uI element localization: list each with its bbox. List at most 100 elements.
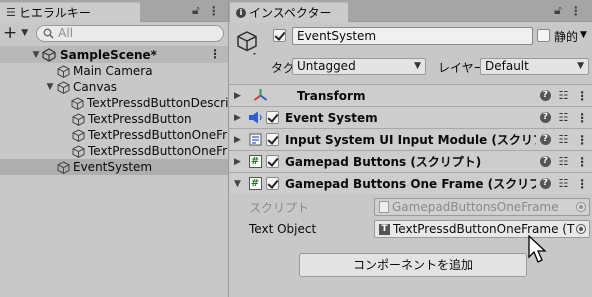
component-enabled-checkbox[interactable] (266, 177, 279, 190)
chevron-down-icon: ▼ (414, 61, 421, 71)
script-label: スクリプト (249, 200, 310, 215)
lock-icon[interactable]: 🔓︎ (554, 3, 562, 18)
kebab-menu-icon[interactable]: ⋮ (576, 177, 588, 191)
scene-menu-icon[interactable]: ⋮ (209, 46, 221, 62)
static-dropdown-icon[interactable]: ▼ (580, 30, 587, 40)
lock-icon[interactable]: 🔓︎ (192, 3, 200, 18)
tree-item-label: Main Camera (73, 64, 153, 78)
hierarchy-search-input[interactable]: All (36, 24, 225, 42)
component-gamepad-buttons-one-frame[interactable]: ▼ # Gamepad Buttons One Frame (スクリプト ? ☷… (229, 172, 592, 194)
tag-dropdown[interactable]: Untagged ▼ (292, 58, 426, 75)
mouse-cursor-icon (528, 235, 547, 263)
gameobject-cube-icon[interactable] (236, 30, 260, 56)
expand-arrow-icon[interactable]: ▶ (234, 113, 247, 123)
component-tools: ? ☷ ⋮ (536, 151, 592, 172)
search-placeholder: All (58, 26, 74, 40)
component-name: Gamepad Buttons One Frame (スクリプト (285, 177, 554, 191)
component-enabled-checkbox[interactable] (266, 155, 279, 168)
layer-dropdown[interactable]: Default ▼ (480, 58, 589, 75)
input-module-icon (247, 132, 263, 148)
gameobject-header: EventSystem 静的 ▼ タグ Untagged ▼ レイヤー Defa… (229, 22, 592, 84)
help-icon[interactable]: ? (539, 178, 551, 189)
expand-arrow-icon[interactable]: ▼ (30, 47, 42, 63)
list-icon: ☰ (6, 5, 16, 19)
presets-icon[interactable]: ☷ (559, 111, 569, 124)
gameobject-cube-icon (56, 64, 70, 78)
tree-item-label: TextPressdButton (88, 112, 192, 126)
tree-item-label: Canvas (73, 80, 118, 94)
gameobject-cube-icon (56, 80, 70, 94)
presets-icon[interactable]: ☷ (559, 155, 569, 168)
scene-row[interactable]: ▼ SampleScene* ⋮ (0, 46, 228, 63)
hierarchy-tab-bar: ☰ ヒエラルキー 🔓︎ ⋮ (0, 0, 228, 22)
add-component-button[interactable]: コンポーネントを追加 (299, 253, 527, 277)
tree-item-label: TextPressdButtonOneFr (88, 128, 228, 142)
presets-icon[interactable]: ☷ (559, 177, 569, 190)
component-transform[interactable]: ▶ Transform ? ☷ ⋮ (229, 84, 592, 106)
inspector-tab-bar: i インスペクター 🔓︎ ⋮ (229, 0, 592, 22)
help-icon[interactable]: ? (539, 156, 551, 167)
scene-name: SampleScene* (60, 47, 157, 62)
hierarchy-tab[interactable]: ☰ ヒエラルキー (0, 2, 140, 22)
unity-scene-icon (42, 47, 56, 62)
presets-icon[interactable]: ☷ (559, 133, 569, 146)
component-event-system[interactable]: ▶ Event System ? ☷ ⋮ (229, 106, 592, 128)
tree-item-event-system[interactable]: EventSystem (0, 159, 228, 175)
kebab-menu-icon[interactable]: ⋮ (570, 4, 582, 18)
active-checkbox[interactable] (273, 29, 286, 42)
expand-arrow-icon[interactable]: ▼ (44, 79, 56, 95)
component-enabled-checkbox[interactable] (266, 111, 279, 124)
component-enabled-checkbox[interactable] (266, 133, 279, 146)
tree-item-label: TextPressdButtonOneFr (88, 144, 228, 158)
transform-icon (252, 88, 268, 104)
text-component-icon: T (379, 223, 390, 235)
expand-arrow-icon[interactable]: ▶ (234, 91, 247, 101)
static-label: 静的 (554, 30, 579, 44)
expand-arrow-icon[interactable]: ▶ (234, 135, 247, 145)
tree-item-canvas[interactable]: ▼ Canvas (0, 79, 228, 95)
tree-item-main-camera[interactable]: Main Camera (0, 63, 228, 79)
layer-value: Default (485, 59, 529, 73)
expand-arrow-icon[interactable]: ▶ (234, 157, 247, 167)
tree-item-text-oneframe-1[interactable]: TextPressdButtonOneFr (0, 127, 228, 143)
info-icon: i (236, 7, 246, 18)
inspector-tab-title: インスペクター (249, 5, 332, 20)
static-checkbox[interactable] (537, 29, 550, 42)
component-input-module[interactable]: ▶ Input System UI Input Module (スクリプ ? ☷… (229, 128, 592, 150)
component-gamepad-buttons[interactable]: ▶ # Gamepad Buttons (スクリプト) ? ☷ ⋮ (229, 150, 592, 172)
component-tools: ? ☷ ⋮ (536, 173, 592, 194)
presets-icon[interactable]: ☷ (559, 89, 569, 102)
help-icon[interactable]: ? (539, 90, 551, 101)
gameobject-cube-icon (71, 144, 85, 158)
component-name: Event System (285, 110, 378, 125)
create-plus-icon[interactable]: + (3, 25, 17, 42)
hierarchy-tab-title: ヒエラルキー (18, 5, 91, 20)
object-picker-icon[interactable] (576, 224, 586, 234)
kebab-menu-icon[interactable]: ⋮ (576, 89, 588, 103)
help-icon[interactable]: ? (539, 112, 551, 123)
script-file-icon (379, 201, 389, 213)
component-name: Transform (297, 88, 366, 103)
tree-item-text-pressed[interactable]: TextPressdButton (0, 111, 228, 127)
layer-label: レイヤー (438, 61, 486, 75)
tree-item-text-oneframe-2[interactable]: TextPressdButtonOneFr (0, 143, 228, 159)
collapse-arrow-icon[interactable]: ▼ (234, 179, 247, 189)
kebab-menu-icon[interactable]: ⋮ (576, 133, 588, 147)
tree-item-text-description[interactable]: TextPressdButtonDescri (0, 95, 228, 111)
tree-item-label: TextPressdButtonDescri (87, 96, 228, 110)
script-field: GamepadButtonsOneFrame (374, 198, 590, 216)
component-tools: ? ☷ ⋮ (536, 107, 592, 128)
help-icon[interactable]: ? (539, 134, 551, 145)
inspector-tab-controls: 🔓︎ ⋮ (554, 3, 582, 18)
create-dropdown-icon[interactable]: ▼ (21, 28, 28, 38)
script-value: GamepadButtonsOneFrame (392, 200, 559, 214)
kebab-menu-icon[interactable]: ⋮ (576, 155, 588, 169)
text-object-field[interactable]: T TextPressdButtonOneFrame (T (374, 220, 590, 238)
kebab-menu-icon[interactable]: ⋮ (208, 4, 220, 18)
inspector-tab[interactable]: i インスペクター (230, 2, 348, 22)
kebab-menu-icon[interactable]: ⋮ (576, 111, 588, 125)
component-tools: ? ☷ ⋮ (536, 85, 592, 106)
object-picker-icon (576, 202, 586, 212)
hierarchy-panel: ☰ ヒエラルキー 🔓︎ ⋮ + ▼ All ▼ SampleScene* ⋮ M… (0, 0, 228, 297)
object-name-field[interactable]: EventSystem (292, 27, 533, 45)
